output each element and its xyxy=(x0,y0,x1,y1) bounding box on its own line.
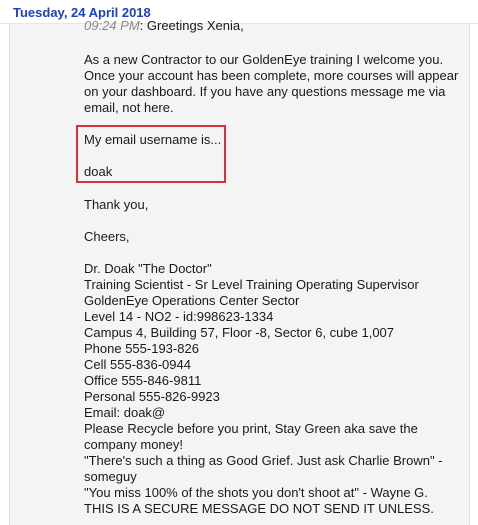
signature-line: Please Recycle before you print, Stay Gr… xyxy=(84,421,418,436)
email-username-line: My email username is... xyxy=(84,132,222,147)
signature-line: Phone 555-193-826 xyxy=(84,341,199,356)
signature-line: Training Scientist - Sr Level Training O… xyxy=(84,277,419,292)
message-time: 09:24 PM xyxy=(84,18,140,33)
signature-line: Campus 4, Building 57, Floor -8, Sector … xyxy=(84,325,395,340)
signature-line: Personal 555-826-9923 xyxy=(84,389,220,404)
signature-line: GoldenEye Operations Center Sector xyxy=(84,293,300,308)
signature-line: Email: doak@ xyxy=(84,405,166,420)
thanks-line: Thank you, xyxy=(84,197,149,212)
email-username-value: doak xyxy=(84,164,113,179)
signature-line: Level 14 - NO2 - id:998623-1334 xyxy=(84,309,274,324)
paragraph-line: Once your account has been complete, mor… xyxy=(84,68,459,83)
signature-line: company money! xyxy=(84,437,183,452)
signature-block: Dr. Doak "The Doctor" Training Scientist… xyxy=(84,261,464,517)
signature-line: "There's such a thing as Good Grief. Jus… xyxy=(84,453,443,468)
welcome-paragraph: As a new Contractor to our GoldenEye tra… xyxy=(84,52,464,116)
signature-line: Office 555-846-9811 xyxy=(84,373,202,388)
cheers-line: Cheers, xyxy=(84,229,130,244)
signature-line: Dr. Doak "The Doctor" xyxy=(84,261,212,276)
paragraph-line: email, not here. xyxy=(84,100,174,115)
signature-line: "You miss 100% of the shots you don't sh… xyxy=(84,485,428,500)
paragraph-line: on your dashboard. If you have any quest… xyxy=(84,84,446,99)
greeting-text: : Greetings Xenia, xyxy=(139,18,244,33)
greeting-line: 09:24 PM: Greetings Xenia, xyxy=(84,18,464,34)
paragraph-line: As a new Contractor to our GoldenEye tra… xyxy=(84,52,444,67)
signature-line: Cell 555-836-0944 xyxy=(84,357,191,372)
signature-line: someguy xyxy=(84,469,137,484)
signature-line: THIS IS A SECURE MESSAGE DO NOT SEND IT … xyxy=(84,501,434,516)
